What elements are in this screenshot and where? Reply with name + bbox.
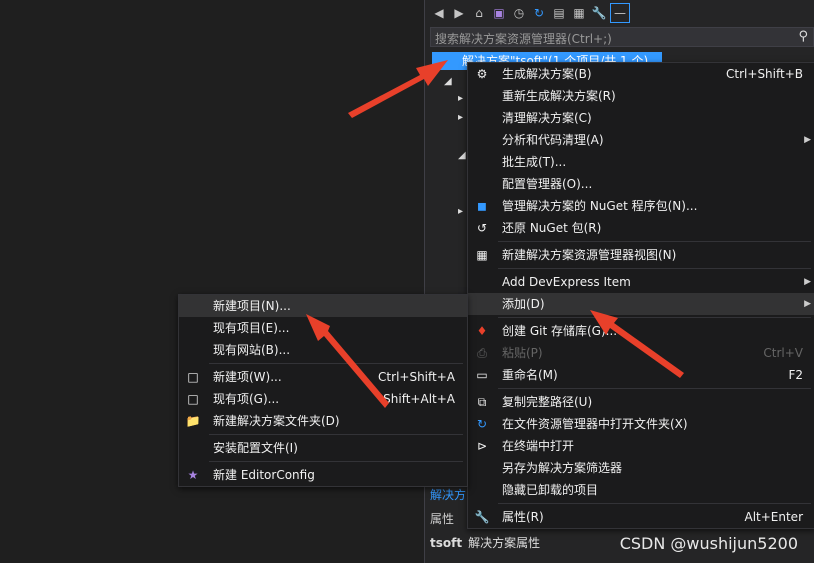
annotation-arrows — [306, 60, 684, 408]
arrow-to-new-project — [306, 314, 389, 408]
arrow-to-solution — [348, 60, 448, 118]
arrow-to-add — [590, 310, 684, 378]
